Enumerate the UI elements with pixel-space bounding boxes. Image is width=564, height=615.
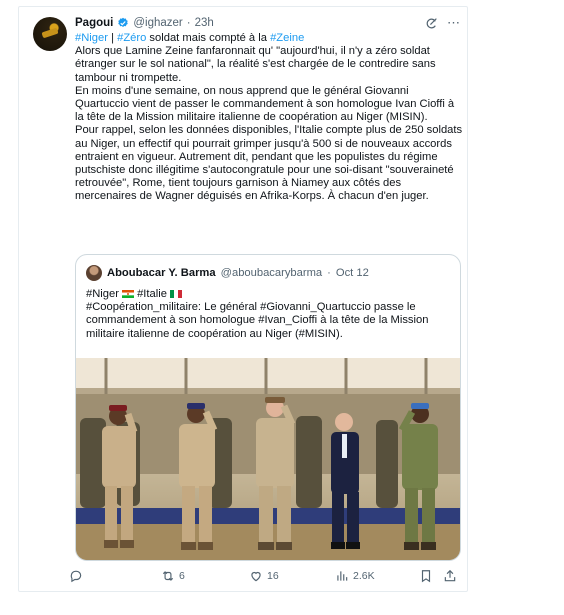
tweet-paragraph: Alors que Lamine Zeine fanfaronnait qu' … — [75, 45, 465, 85]
italy-flag-icon — [169, 290, 182, 298]
tweet-paragraph: Pour rappel, selon les données disponibl… — [75, 124, 465, 203]
bookmark-button[interactable] — [419, 569, 433, 583]
views-button[interactable]: 2.6K — [335, 569, 375, 583]
quoted-tweet-photo[interactable] — [76, 358, 460, 560]
grok-icon[interactable] — [425, 17, 438, 30]
tweet-action-bar: 6 16 2.6K — [19, 569, 469, 589]
quoted-author-handle[interactable]: @aboubacarybarma — [221, 267, 323, 279]
share-icon — [444, 569, 456, 582]
quoted-author-name[interactable]: Aboubacar Y. Barma — [107, 267, 216, 279]
like-button[interactable]: 16 — [249, 569, 279, 583]
text-run: En moins d'une semaine, on nous apprend … — [75, 84, 455, 124]
text-run: Pour rappel, selon les données disponibl… — [75, 124, 463, 203]
reply-button[interactable] — [69, 569, 87, 583]
quoted-tweet-header: Aboubacar Y. Barma @aboubacarybarma · Oc… — [86, 265, 369, 281]
reply-icon — [70, 570, 82, 583]
retweet-button[interactable]: 6 — [161, 569, 185, 583]
niger-flag-icon — [121, 290, 134, 298]
quoted-tweet-date[interactable]: Oct 12 — [336, 267, 369, 279]
more-options-icon[interactable]: ⋯ — [447, 15, 461, 31]
retweet-icon — [162, 571, 174, 581]
quote-paragraph: #Niger #Italie — [86, 288, 454, 301]
heart-icon — [251, 571, 261, 582]
header-separator: · — [186, 17, 191, 29]
tweet-text: #Niger | #Zéro soldat mais compté à la #… — [75, 32, 465, 204]
hashtag-link[interactable]: #Zeine — [270, 32, 304, 44]
quoted-tweet[interactable]: Aboubacar Y. Barma @aboubacarybarma · Oc… — [75, 254, 461, 561]
share-button[interactable] — [443, 569, 457, 583]
text-run: #Coopération_militaire: Le général #Giov… — [86, 301, 429, 340]
text-run: soldat mais compté à la — [146, 32, 271, 44]
author-avatar[interactable] — [33, 17, 67, 51]
verified-badge-icon — [118, 17, 129, 28]
text-run: #Niger — [86, 288, 119, 300]
text-run: | — [107, 32, 118, 44]
tweet-card[interactable]: Pagoui @ighazer · 23h ⋯ #Niger | #Zéro s… — [18, 6, 468, 592]
author-handle[interactable]: @ighazer — [133, 17, 182, 29]
retweet-count: 6 — [179, 570, 185, 582]
hashtag-link[interactable]: #Zéro — [117, 32, 146, 44]
tweet-paragraph: En moins d'une semaine, on nous apprend … — [75, 85, 465, 125]
plane-icon — [41, 27, 59, 39]
views-bar-chart-icon — [337, 571, 348, 581]
tweet-time[interactable]: 23h — [195, 17, 214, 29]
quoted-author-avatar[interactable] — [86, 265, 102, 281]
tweet-paragraph: #Niger | #Zéro soldat mais compté à la #… — [75, 32, 465, 45]
views-count: 2.6K — [353, 570, 375, 582]
soldiers-photo-illustration — [76, 358, 460, 560]
tweet-header: Pagoui @ighazer · 23h — [75, 17, 214, 29]
bookmark-icon — [421, 570, 431, 583]
like-count: 16 — [267, 570, 279, 582]
quoted-header-separator: · — [327, 267, 331, 279]
quote-paragraph: #Coopération_militaire: Le général #Giov… — [86, 301, 454, 341]
author-name[interactable]: Pagoui — [75, 17, 113, 29]
quoted-tweet-text: #Niger #Italie #Coopération_militaire: Le… — [86, 288, 454, 341]
hashtag-link[interactable]: #Niger — [75, 32, 108, 44]
text-run: #Italie — [133, 288, 167, 300]
text-run: Alors que Lamine Zeine fanfaronnait qu' … — [75, 45, 436, 84]
